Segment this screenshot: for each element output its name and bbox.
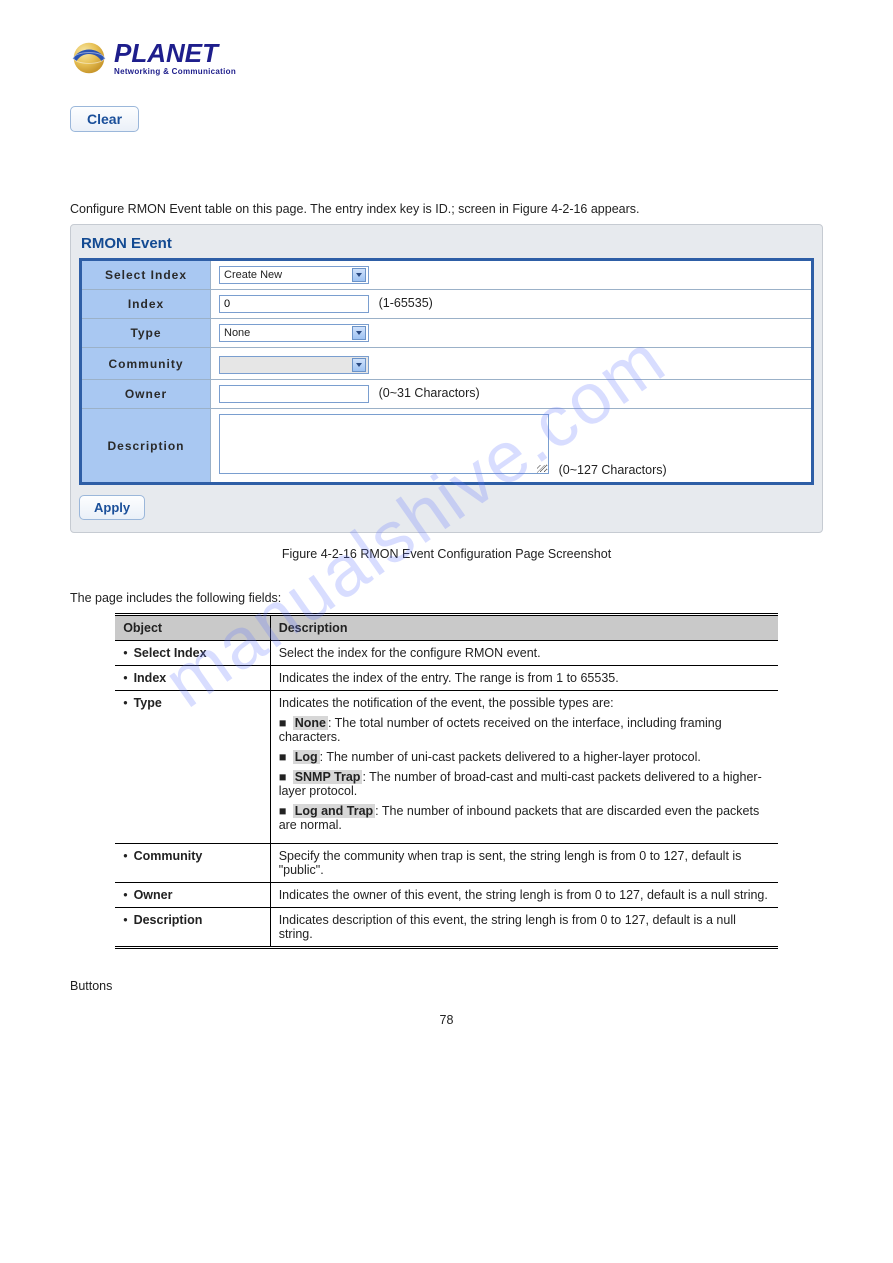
owner-input[interactable] bbox=[219, 385, 369, 403]
page-intro: The page includes the following fields: bbox=[70, 591, 823, 605]
type-dropdown[interactable]: None bbox=[219, 324, 369, 342]
obj-owner: Owner bbox=[115, 883, 270, 908]
obj-type: Type bbox=[115, 691, 270, 844]
clear-button[interactable]: Clear bbox=[70, 106, 139, 132]
select-index-value: Create New bbox=[224, 269, 282, 281]
globe-icon bbox=[70, 40, 108, 76]
label-select-index: Select Index bbox=[81, 260, 211, 290]
buttons-heading: Buttons bbox=[70, 979, 823, 993]
type-value: None bbox=[224, 327, 250, 339]
chevron-down-icon bbox=[352, 268, 366, 282]
obj-select-index: Select Index bbox=[115, 641, 270, 666]
desc-index: Indicates the index of the entry. The ra… bbox=[270, 666, 778, 691]
chevron-down-icon bbox=[352, 358, 366, 372]
resize-handle-icon[interactable] bbox=[537, 465, 547, 475]
index-input[interactable] bbox=[219, 295, 369, 313]
desc-select-index: Select the index for the configure RMON … bbox=[270, 641, 778, 666]
logo-tagline: Networking & Communication bbox=[114, 68, 236, 76]
index-hint: (1-65535) bbox=[379, 296, 433, 310]
desc-type: Indicates the notification of the event,… bbox=[270, 691, 778, 844]
rmon-form-table: Select Index Create New Index (1-65535) … bbox=[79, 258, 814, 485]
label-description: Description bbox=[81, 409, 211, 484]
apply-button[interactable]: Apply bbox=[79, 495, 145, 520]
desc-description: Indicates description of this event, the… bbox=[270, 908, 778, 948]
description-hint: (0~127 Charactors) bbox=[559, 463, 667, 477]
label-community: Community bbox=[81, 348, 211, 380]
panel-title: RMON Event bbox=[79, 231, 814, 258]
th-object: Object bbox=[115, 615, 270, 641]
label-type: Type bbox=[81, 319, 211, 348]
desc-owner: Indicates the owner of this event, the s… bbox=[270, 883, 778, 908]
chevron-down-icon bbox=[352, 326, 366, 340]
label-owner: Owner bbox=[81, 380, 211, 409]
lead-text: Configure RMON Event table on this page.… bbox=[70, 202, 823, 216]
logo-brand: PLANET bbox=[114, 40, 236, 66]
desc-community: Specify the community when trap is sent,… bbox=[270, 844, 778, 883]
description-textarea[interactable] bbox=[219, 414, 549, 474]
obj-description: Description bbox=[115, 908, 270, 948]
th-description: Description bbox=[270, 615, 778, 641]
obj-index: Index bbox=[115, 666, 270, 691]
owner-hint: (0~31 Charactors) bbox=[379, 386, 480, 400]
logo: PLANET Networking & Communication bbox=[70, 40, 823, 76]
rmon-event-panel: RMON Event Select Index Create New Index… bbox=[70, 224, 823, 533]
obj-community: Community bbox=[115, 844, 270, 883]
figure-caption: Figure 4-2-16 RMON Event Configuration P… bbox=[70, 547, 823, 561]
label-index: Index bbox=[81, 290, 211, 319]
community-dropdown bbox=[219, 356, 369, 374]
select-index-dropdown[interactable]: Create New bbox=[219, 266, 369, 284]
description-table: Object Description Select Index Select t… bbox=[115, 613, 778, 949]
page-number: 78 bbox=[70, 1013, 823, 1027]
